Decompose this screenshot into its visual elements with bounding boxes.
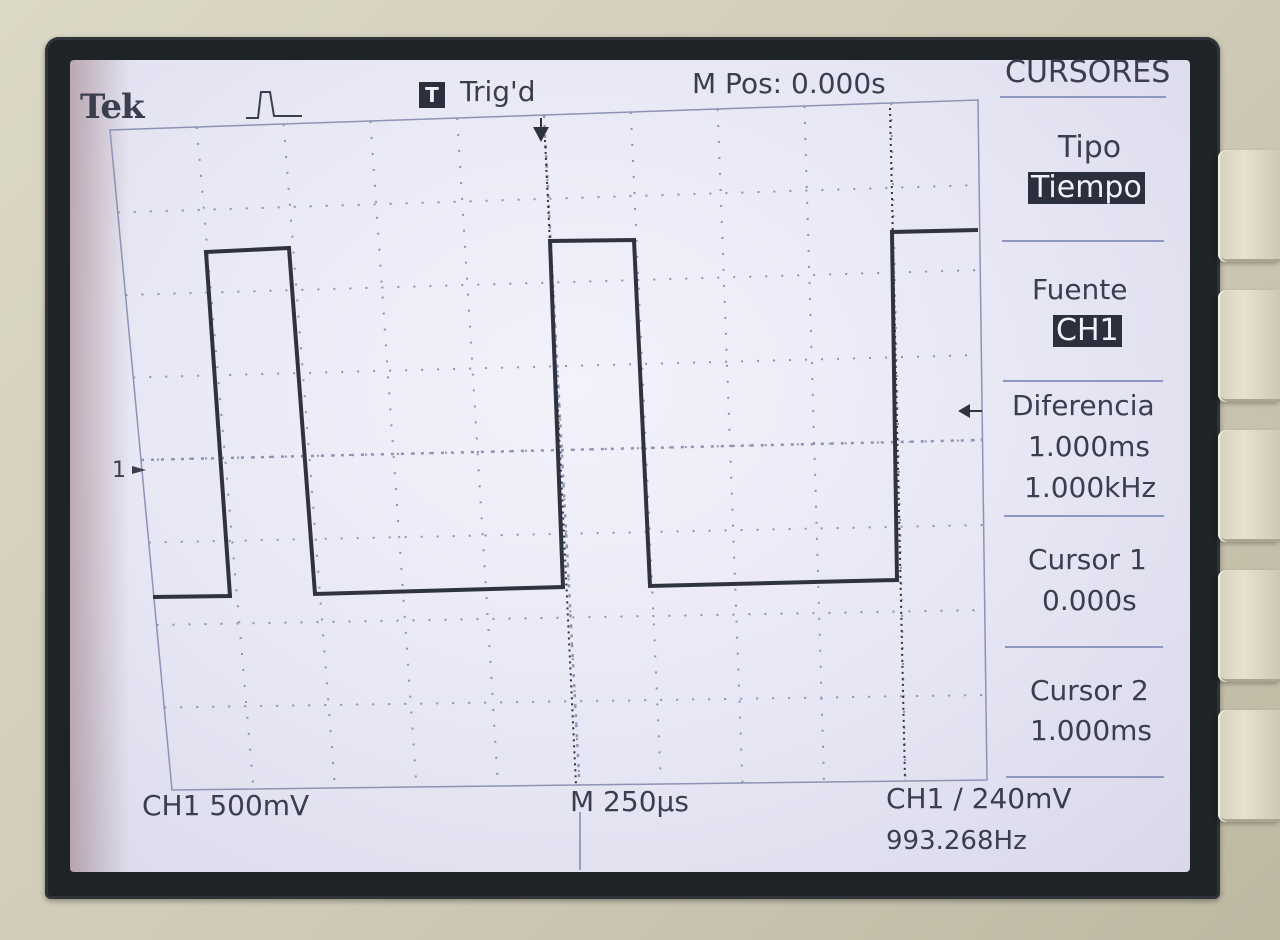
trigger-position-arrow <box>533 127 549 142</box>
pulse-icon <box>246 91 302 119</box>
tipo-label: Tipo <box>1058 130 1122 165</box>
fuente-label: Fuente <box>1032 273 1128 306</box>
fuente-value[interactable]: CH1 <box>1053 315 1122 347</box>
trigger-badge: T <box>419 82 445 108</box>
graticule-border <box>109 99 988 791</box>
brand-logo: Tek <box>80 87 145 127</box>
grid-line <box>148 524 984 544</box>
cursor1-label: Cursor 1 <box>1028 543 1147 576</box>
cursor2-value: 1.000ms <box>1030 714 1153 747</box>
ch1-marker-label: 1 <box>112 458 126 483</box>
cursor-2-line[interactable] <box>889 107 906 781</box>
menu-title: CURSORES <box>1005 55 1171 90</box>
ch1-ground-arrow <box>132 466 146 474</box>
trigger-status: Trig'd <box>460 75 536 108</box>
timebase-readout: M 250µs <box>570 785 689 818</box>
menu-separator <box>1005 646 1163 648</box>
ch1-trace <box>152 228 979 599</box>
cursor-1-line[interactable] <box>544 139 577 786</box>
tipo-value[interactable]: Tiempo <box>1028 172 1145 204</box>
trigger-setting-readout: CH1 ∕ 240mV <box>886 782 1072 815</box>
menu-separator <box>1002 240 1164 242</box>
frequency-readout: 993.268Hz <box>886 826 1027 856</box>
menu-separator <box>1006 776 1164 778</box>
m-pos-readout: M Pos: 0.000s <box>692 67 886 100</box>
cursor2-label: Cursor 2 <box>1030 674 1149 707</box>
menu-separator <box>1000 96 1166 98</box>
menu-separator <box>1003 380 1163 382</box>
ch1-scale-readout: CH1 500mV <box>142 789 310 822</box>
diferencia-time: 1.000ms <box>1028 430 1151 463</box>
grid-line <box>117 184 980 214</box>
menu-separator <box>1004 515 1164 517</box>
graticule <box>117 102 986 790</box>
diferencia-freq: 1.000kHz <box>1024 471 1157 504</box>
diferencia-label: Diferencia <box>1012 389 1155 422</box>
cursor1-value: 0.000s <box>1042 584 1137 617</box>
